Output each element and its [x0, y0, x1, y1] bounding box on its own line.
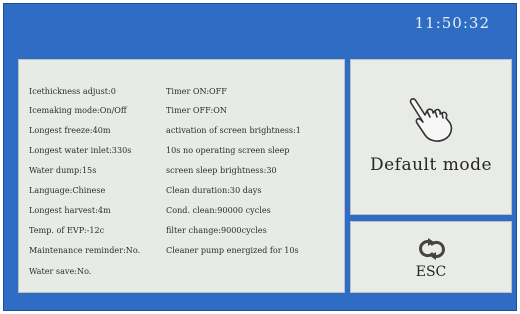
setting-longest-freeze: Longest freeze:40m — [29, 125, 111, 135]
setting-sleep-brightness: screen sleep brightness:30 — [166, 165, 277, 175]
touch-screen: 11:50:32 Icethickness adjust:0 Timer ON:… — [3, 3, 517, 311]
settings-panel: Icethickness adjust:0 Timer ON:OFF Icema… — [18, 59, 345, 293]
setting-screen-brightness: activation of screen brightness:1 — [166, 125, 301, 135]
cycle-arrows-icon — [417, 237, 447, 265]
clock: 11:50:32 — [414, 14, 490, 32]
setting-clean-duration: Clean duration:30 days — [166, 185, 262, 195]
setting-filter-change: filter change:9000cycles — [166, 225, 267, 235]
setting-maintenance-reminder: Maintenance reminder:No. — [29, 245, 141, 255]
setting-screen-sleep: 10s no operating screen sleep — [166, 145, 290, 155]
setting-timer-on: Timer ON:OFF — [166, 86, 227, 96]
setting-longest-harvest: Longest harvest:4m — [29, 205, 111, 215]
setting-cleaner-pump: Cleaner pump energized for 10s — [166, 245, 299, 255]
setting-water-dump: Water dump:15s — [29, 165, 97, 175]
setting-timer-off: Timer OFF:ON — [166, 105, 227, 115]
setting-water-save: Water save:No. — [29, 266, 92, 276]
setting-language: Language:Chinese — [29, 185, 106, 195]
esc-button[interactable]: ESC — [350, 221, 512, 293]
default-mode-label: Default mode — [369, 155, 493, 175]
setting-icemaking-mode: Icemaking mode:On/Off — [29, 105, 127, 115]
default-mode-button[interactable]: Default mode — [350, 59, 512, 215]
esc-label: ESC — [415, 264, 447, 280]
setting-icethickness: Icethickness adjust:0 — [29, 86, 116, 96]
setting-cond-clean: Cond. clean:90000 cycles — [166, 205, 271, 215]
setting-longest-water-inlet: Longest water inlet:330s — [29, 145, 132, 155]
setting-temp-evp: Temp. of EVP:-12c — [29, 225, 105, 235]
pointing-hand-icon — [405, 96, 461, 148]
